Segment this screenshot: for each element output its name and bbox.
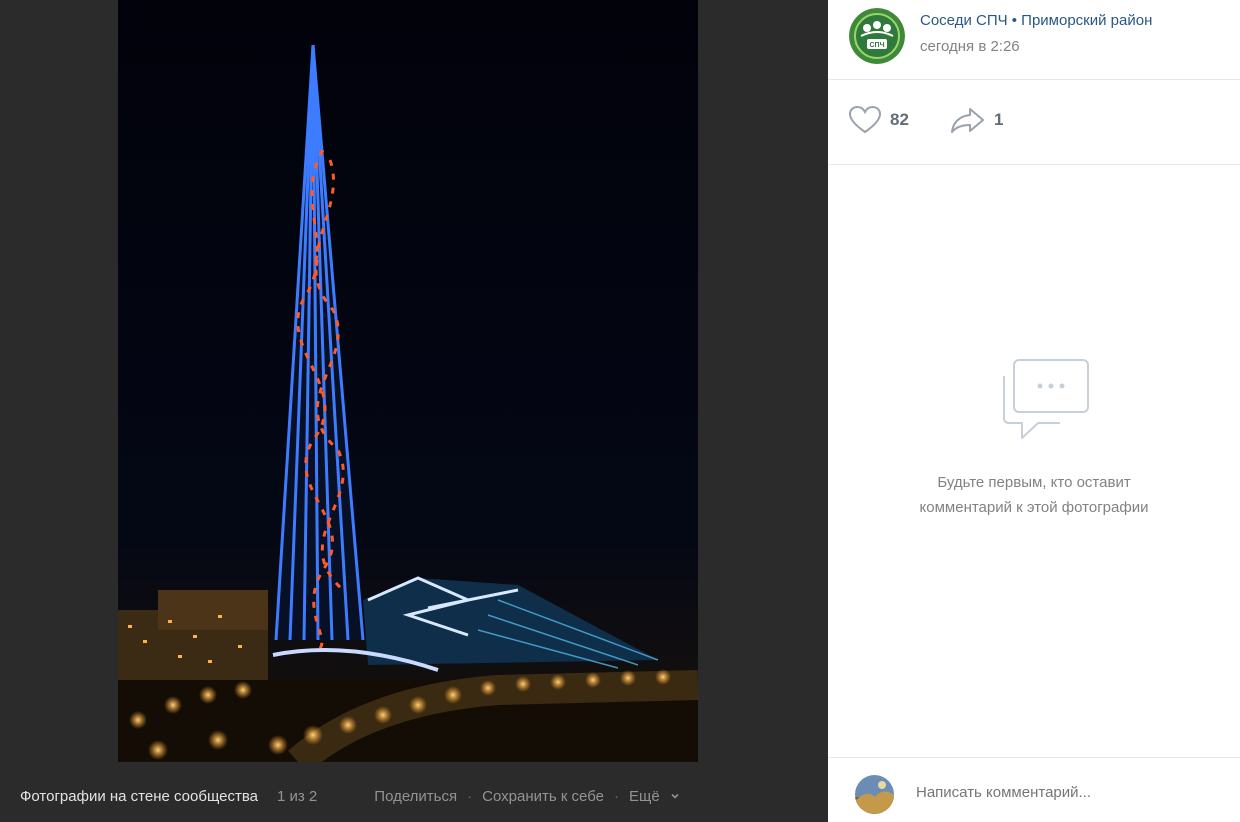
share-button[interactable]: 1 [950,105,1003,135]
photo[interactable] [118,0,698,762]
post-header: СПЧ Соседи СПЧ • Приморский район сегодн… [828,0,1240,80]
separator: · [467,788,473,805]
comments-bubble-icon [1003,359,1089,439]
comment-composer [828,757,1240,822]
like-count: 82 [890,110,909,129]
user-avatar[interactable] [855,775,894,814]
separator: · [614,788,619,805]
heart-icon [848,105,882,134]
more-link[interactable]: Ещё [629,788,680,805]
comments-empty-state: Будьте первым, кто оставит комментарий к… [828,164,1240,756]
photo-footer: Фотографии на стене сообщества 1 из 2 По… [0,772,828,821]
photo-viewer: Фотографии на стене сообщества 1 из 2 По… [0,0,828,821]
share-link[interactable]: Поделиться [374,788,457,805]
like-button[interactable]: 82 [848,105,909,135]
comment-input[interactable] [916,784,1216,801]
group-avatar[interactable]: СПЧ [849,8,905,64]
save-link[interactable]: Сохранить к себе [482,788,604,805]
more-label: Ещё [629,788,660,805]
empty-comments-message: Будьте первым, кто оставит комментарий к… [828,470,1240,520]
post-time[interactable]: сегодня в 2:26 [920,38,1020,55]
album-link[interactable]: Фотографии на стене сообщества [20,788,258,805]
empty-message-line2: комментарий к этой фотографии [919,499,1149,516]
group-logo-icon: СПЧ [849,8,905,64]
share-count: 1 [994,110,1004,129]
photo-counter: 1 из 2 [277,788,318,805]
group-logo-text: СПЧ [869,42,884,49]
user-avatar-image [855,775,894,814]
empty-message-line1: Будьте первым, кто оставит [937,474,1131,491]
photo-side-panel: СПЧ Соседи СПЧ • Приморский район сегодн… [828,0,1240,822]
chevron-down-icon [671,793,679,799]
share-arrow-icon [951,108,984,133]
photo-actions: Поделиться · Сохранить к себе · Ещё [374,788,680,805]
group-name-link[interactable]: Соседи СПЧ • Приморский район [920,12,1152,29]
night-skyscraper-photo [118,0,698,762]
reactions-bar: 82 1 [828,80,1240,165]
